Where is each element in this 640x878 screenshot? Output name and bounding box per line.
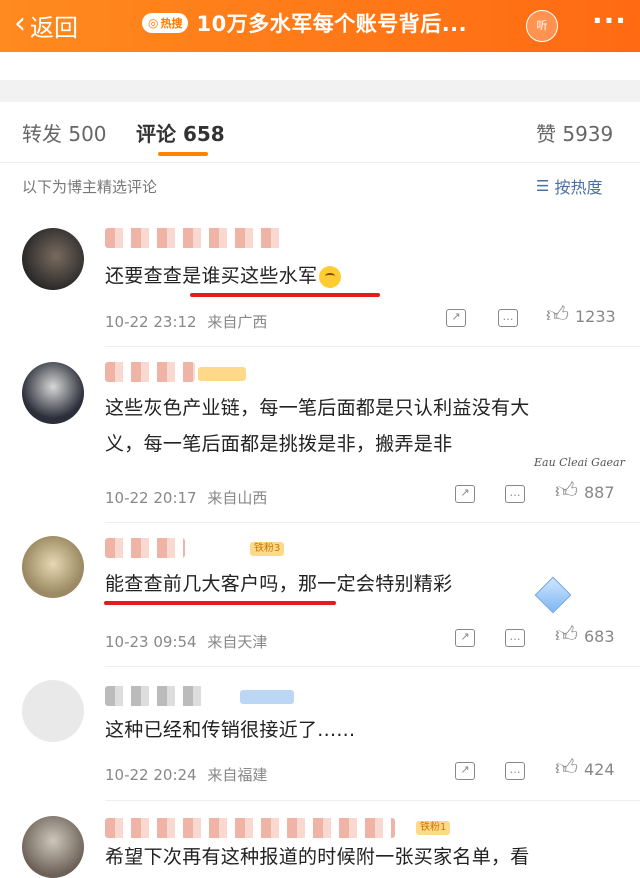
like-button[interactable]: 👍︎ 683 (555, 623, 615, 648)
fan-badge: 铁粉1 (416, 821, 451, 835)
like-count: 1233 (575, 306, 616, 326)
reply-button[interactable]: … (505, 485, 525, 503)
comment-text: 这种已经和传销很接近了...... (105, 719, 356, 741)
thumbs-up-icon: 👍︎ (555, 623, 578, 648)
search-icon: ◎ (148, 16, 159, 30)
share-icon: ↗ (455, 762, 475, 780)
red-underline-annotation (190, 293, 380, 297)
avatar[interactable] (22, 816, 84, 878)
comment-separator (105, 522, 640, 523)
username-blurred[interactable] (105, 818, 395, 838)
section-gap (0, 80, 640, 102)
comment-time: 10-22 20:24 (105, 766, 197, 784)
comment-icon: … (498, 309, 518, 327)
like-count: 887 (584, 482, 615, 502)
comment-meta: 10-22 20:17 来自山西 (105, 487, 273, 508)
comment-time: 10-23 09:54 (105, 633, 197, 651)
listen-button[interactable]: 听 (526, 10, 558, 42)
comment-location: 来自天津 (207, 633, 268, 651)
back-label: 返回 (30, 14, 78, 42)
sort-label: 按热度 (554, 178, 603, 197)
page-title: 10万多水军每个账号背后... (196, 12, 468, 36)
like-count: 424 (584, 759, 615, 779)
tab-bar: 转发 500 评论 658 赞 5939 (0, 110, 640, 160)
chevron-left-icon: ‹ (14, 6, 26, 41)
headphones-icon: 听 (536, 19, 548, 32)
red-underline-annotation (104, 601, 336, 605)
like-button[interactable]: 👍︎ 887 (555, 479, 615, 504)
comment-icon: … (505, 762, 525, 780)
comment-location: 来自山西 (207, 489, 268, 507)
username-blurred[interactable] (105, 538, 185, 558)
like-button[interactable]: 👍︎ 424 (555, 756, 615, 781)
share-button[interactable]: ↗ (446, 309, 466, 327)
comment-text: 希望下次再有这种报道的时候附一张买家名单，看 (105, 846, 530, 868)
share-icon: ↗ (455, 629, 475, 647)
back-button[interactable]: ‹ 返回 (14, 8, 78, 43)
curated-comments-label: 以下为博主精选评论 (22, 178, 158, 196)
share-button[interactable]: ↗ (455, 485, 475, 503)
avatar[interactable] (22, 680, 84, 742)
thumbs-up-icon: 👍︎ (555, 479, 578, 504)
comment-separator (105, 666, 640, 667)
share-icon: ↗ (455, 485, 475, 503)
comment-text: 还要查查是谁买这些水军 (105, 257, 342, 295)
share-button[interactable]: ↗ (455, 762, 475, 780)
reply-button[interactable]: … (505, 762, 525, 780)
reply-button[interactable]: … (505, 629, 525, 647)
comment-sticker: Eau Cleai Gaear (534, 456, 625, 469)
tab-comment[interactable]: 评论 658 (136, 118, 225, 147)
tab-like[interactable]: 赞 5939 (536, 118, 613, 147)
avatar[interactable] (22, 362, 84, 424)
active-tab-indicator (158, 152, 208, 156)
like-count: 683 (584, 626, 615, 646)
thumbs-up-icon: 👍︎ (555, 756, 578, 781)
sort-by-hot-button[interactable]: ☰ 按热度 (536, 174, 602, 198)
thinking-emoji-icon (319, 265, 342, 288)
avatar[interactable] (22, 536, 84, 598)
username-blurred[interactable] (105, 686, 205, 706)
comment-location: 来自福建 (207, 766, 268, 784)
title-area[interactable]: ◎ 热搜 10万多水军每个账号背后... (142, 8, 467, 38)
comment-location: 来自广西 (207, 313, 268, 331)
fan-badge: 铁粉3 (250, 542, 285, 556)
comment-time: 10-22 20:17 (105, 489, 197, 507)
comment-meta: 10-22 20:24 来自福建 (105, 764, 273, 785)
comment-separator (105, 346, 640, 347)
more-options-button[interactable]: ··· (592, 4, 627, 37)
sort-icon: ☰ (536, 177, 550, 195)
hot-search-label: 热搜 (160, 17, 183, 30)
comment-meta: 10-23 09:54 来自天津 (105, 631, 273, 652)
share-icon: ↗ (446, 309, 466, 327)
username-blurred[interactable] (105, 228, 281, 248)
comment-separator (105, 800, 640, 801)
fan-badge (240, 690, 294, 704)
comment-text-line-1: 这些灰色产业链，每一笔后面都是只认利益没有大 (105, 397, 530, 419)
comment-icon: … (505, 629, 525, 647)
comment-time: 10-22 23:12 (105, 313, 197, 331)
share-button[interactable]: ↗ (455, 629, 475, 647)
username-blurred[interactable] (105, 362, 195, 382)
comment-icon: … (505, 485, 525, 503)
thumbs-up-icon: 👍︎ (546, 303, 569, 328)
divider (0, 162, 640, 163)
tab-repost[interactable]: 转发 500 (22, 118, 107, 147)
top-bar: ‹ 返回 ◎ 热搜 10万多水军每个账号背后... 听 ··· (0, 0, 640, 52)
comment-text: 能查查前几大客户吗，那一定会特别精彩 (105, 573, 453, 595)
hot-search-badge: ◎ 热搜 (142, 13, 189, 33)
more-icon: ··· (592, 4, 627, 37)
fan-badge (198, 367, 246, 381)
reply-button[interactable]: … (498, 309, 518, 327)
like-button[interactable]: 👍︎ 1233 (546, 303, 616, 328)
comment-text-line-2: 义，每一笔后面都是挑拨是非，搬弄是非 (105, 433, 453, 455)
avatar[interactable] (22, 228, 84, 290)
comment-meta: 10-22 23:12 来自广西 (105, 311, 273, 332)
